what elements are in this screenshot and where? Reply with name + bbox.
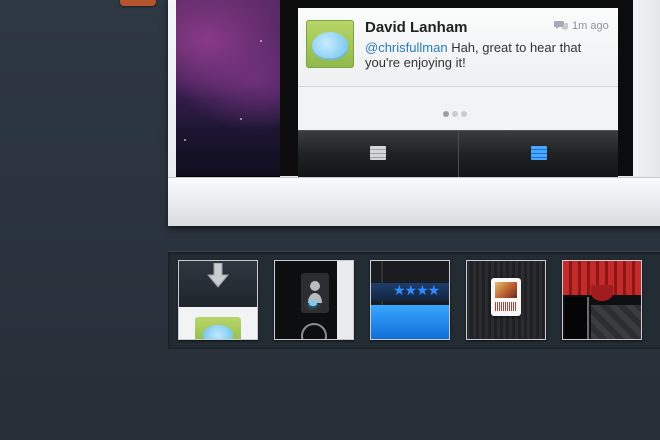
tweet-timestamp: 1m ago	[572, 20, 609, 32]
thumb-red-curtain[interactable]	[562, 260, 642, 340]
page-dot[interactable]	[443, 111, 449, 117]
star-rating-icon: ★★★★	[393, 283, 440, 299]
frame-edge	[633, 0, 660, 176]
mention-link[interactable]: @chrisfullman	[365, 40, 448, 55]
thumb-tweet-arrow[interactable]	[178, 260, 258, 340]
list-icon	[370, 146, 386, 160]
arrow-down-icon	[206, 263, 230, 288]
clock-icon	[301, 323, 327, 339]
thumb-ticket-card[interactable]	[466, 260, 546, 340]
ticket-icon	[491, 278, 521, 316]
thumb-rating-blue[interactable]: ★★★★	[370, 260, 450, 340]
avatar	[195, 317, 241, 339]
tab-right[interactable]	[458, 131, 619, 177]
thumb-profile-dark[interactable]	[274, 260, 354, 340]
page-dot[interactable]	[452, 111, 458, 117]
page-dot[interactable]	[461, 111, 467, 117]
tab-bar	[298, 130, 618, 177]
creature-icon	[312, 32, 348, 60]
tweet-message: @chrisfullman Hah, great to hear that yo…	[365, 40, 605, 70]
tweet-author[interactable]: David Lanham	[365, 19, 468, 36]
list-icon	[531, 146, 547, 160]
corner-tab	[120, 0, 156, 6]
tab-left[interactable]	[298, 131, 459, 177]
avatar[interactable]	[306, 20, 354, 68]
page-indicator[interactable]	[443, 104, 470, 122]
wallpaper-preview	[176, 0, 280, 177]
barcode-icon	[495, 302, 517, 311]
speech-bubble-icon	[554, 21, 568, 31]
frame-bottom-bezel	[168, 177, 660, 226]
